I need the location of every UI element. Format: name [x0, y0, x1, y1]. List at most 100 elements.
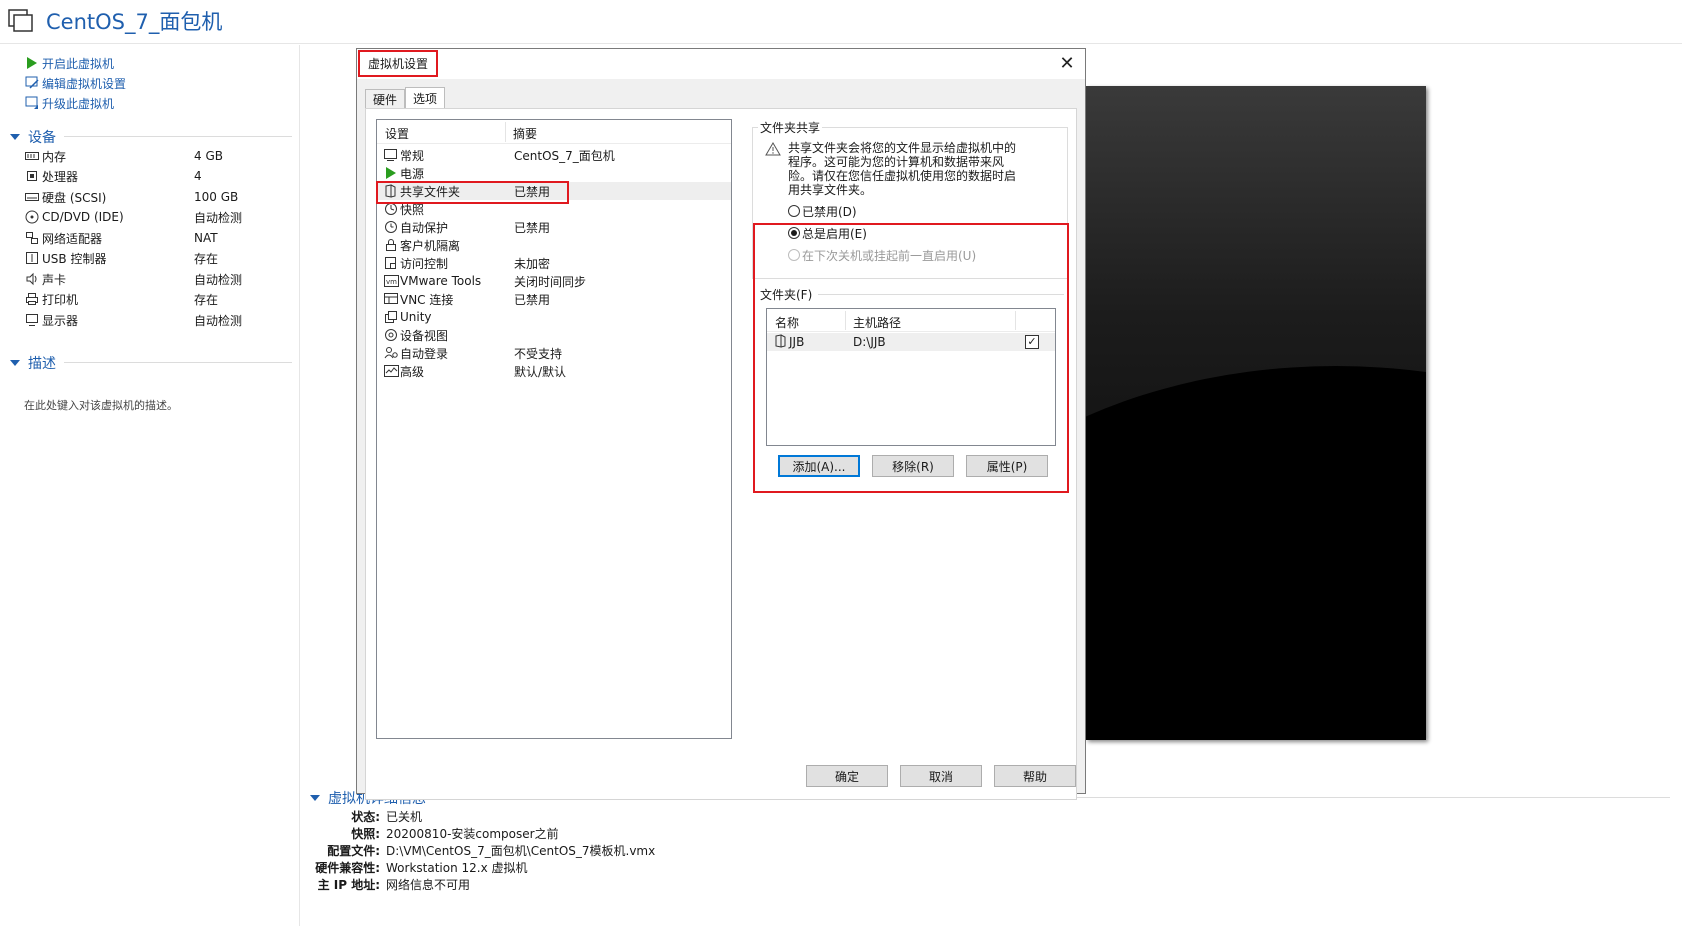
svg-text:vm: vm — [386, 278, 397, 286]
device-row-cd-dvd[interactable]: CD/DVD (IDE) 自动检测 — [24, 207, 294, 227]
device-row-sound[interactable]: 声卡 自动检测 — [24, 269, 294, 289]
upgrade-label: 升级此虚拟机 — [42, 96, 115, 111]
collapse-triangle-icon — [10, 360, 20, 366]
settings-item-advanced[interactable]: 高级 默认/默认 — [377, 362, 731, 380]
device-row-usb[interactable]: USB 控制器 存在 — [24, 248, 294, 268]
sharing-warning-text: 共享文件夹会将您的文件显示给虚拟机中的程序。这可能为您的计算机和数据带来风险。请… — [788, 141, 1017, 197]
edit-settings-icon — [24, 75, 40, 91]
settings-item-unity[interactable]: Unity — [377, 308, 731, 326]
device-value: 4 GB — [194, 149, 223, 163]
settings-item-power[interactable]: 电源 — [377, 164, 731, 182]
network-icon — [24, 231, 40, 245]
power-on-command[interactable]: 开启此虚拟机 — [24, 54, 114, 72]
device-value: 自动检测 — [194, 272, 243, 287]
help-button[interactable]: 帮助 — [994, 765, 1076, 787]
dialog-titlebar: 虚拟机设置 ✕ — [357, 49, 1085, 79]
column-separator — [505, 122, 506, 142]
unity-icon — [383, 309, 399, 325]
settings-item-autologin[interactable]: 自动登录 不受支持 — [377, 344, 731, 362]
edit-settings-command[interactable]: 编辑虚拟机设置 — [24, 74, 126, 92]
memory-icon — [24, 149, 40, 163]
description-placeholder[interactable]: 在此处键入对该虚拟机的描述。 — [24, 397, 178, 413]
column-header-setting[interactable]: 设置 — [385, 125, 409, 142]
device-value: 存在 — [194, 251, 219, 266]
vm-title: CentOS_7_面包机 — [46, 10, 223, 34]
settings-item-device-view[interactable]: 设备视图 — [377, 326, 731, 344]
printer-icon — [24, 292, 40, 306]
settings-list-header: 设置 摘要 — [377, 120, 731, 144]
collapse-triangle-icon — [10, 134, 20, 140]
device-name: 打印机 — [42, 292, 79, 307]
settings-item-access-control[interactable]: 访问控制 未加密 — [377, 254, 731, 272]
radio-disabled[interactable]: 已禁用(D) — [788, 202, 857, 220]
device-row-memory[interactable]: 内存 4 GB — [24, 146, 294, 166]
general-icon — [383, 147, 399, 163]
device-name: 内存 — [42, 149, 67, 164]
selection-highlight-box — [376, 181, 569, 204]
device-name: 声卡 — [42, 272, 67, 287]
device-name: 处理器 — [42, 169, 79, 184]
device-name: 硬盘 (SCSI) — [42, 190, 107, 205]
cancel-button[interactable]: 取消 — [900, 765, 982, 787]
description-heading[interactable]: 描述 — [10, 353, 56, 373]
settings-item-general[interactable]: 常规 CentOS_7_面包机 — [377, 146, 731, 164]
hard-disk-icon — [24, 190, 40, 204]
display-icon — [24, 313, 40, 327]
settings-item-autoprotect[interactable]: 自动保护 已禁用 — [377, 218, 731, 236]
autoprotect-icon — [383, 219, 399, 235]
vm-summary-panel: 开启此虚拟机 编辑虚拟机设置 升级此虚拟机 设备 内存 4 GB 处理器 4 硬… — [0, 45, 300, 926]
collapse-triangle-icon — [310, 795, 320, 801]
device-value: 存在 — [194, 292, 219, 307]
dialog-title: 虚拟机设置 — [358, 50, 438, 77]
tab-bar: 硬件 选项 — [365, 87, 446, 109]
vm-icon — [8, 9, 33, 32]
settings-list: 设置 摘要 常规 CentOS_7_面包机 电源 共享文件夹 已禁用 快照 自动… — [376, 119, 732, 739]
device-row-printer[interactable]: 打印机 存在 — [24, 289, 294, 309]
vm-screen-preview[interactable] — [1086, 86, 1426, 740]
settings-item-vmware-tools[interactable]: vm VMware Tools 关闭时间同步 — [377, 272, 731, 290]
device-row-hard-disk[interactable]: 硬盘 (SCSI) 100 GB — [24, 187, 294, 207]
folder-sharing-label: 文件夹共享 — [758, 119, 823, 136]
device-name: 网络适配器 — [42, 231, 103, 246]
vnc-icon — [383, 291, 399, 307]
device-view-icon — [383, 327, 399, 343]
column-header-summary[interactable]: 摘要 — [513, 125, 537, 142]
cd-icon — [24, 210, 40, 224]
device-value: 自动检测 — [194, 313, 243, 328]
play-icon — [24, 55, 40, 71]
device-value: 4 — [194, 169, 202, 183]
lock-icon — [383, 237, 399, 253]
advanced-icon — [383, 363, 399, 379]
settings-item-vnc[interactable]: VNC 连接 已禁用 — [377, 290, 731, 308]
title-bar: CentOS_7_面包机 — [0, 0, 1682, 44]
upgrade-icon — [24, 95, 40, 111]
details-row-snapshot: 快照: 20200810-安装composer之前 — [351, 827, 559, 841]
tab-options[interactable]: 选项 — [405, 87, 446, 109]
upgrade-command[interactable]: 升级此虚拟机 — [24, 94, 114, 112]
device-value: 自动检测 — [194, 210, 243, 225]
devices-heading[interactable]: 设备 — [10, 127, 56, 147]
device-value: 100 GB — [194, 190, 239, 204]
vmware-tools-icon: vm — [383, 273, 399, 289]
sound-icon — [24, 272, 40, 286]
devices-divider — [64, 136, 292, 137]
preview-shadow — [1086, 366, 1426, 740]
radio-button[interactable] — [788, 205, 800, 217]
settings-item-isolation[interactable]: 客户机隔离 — [377, 236, 731, 254]
device-value: NAT — [194, 231, 218, 245]
tab-hardware[interactable]: 硬件 — [365, 89, 406, 109]
usb-icon — [24, 251, 40, 265]
details-row-config-file: 配置文件: D:\VM\CentOS_7_面包机\CentOS_7模板机.vmx — [327, 844, 656, 858]
edit-settings-label: 编辑虚拟机设置 — [42, 76, 127, 91]
device-row-display[interactable]: 显示器 自动检测 — [24, 310, 294, 330]
device-row-cpu[interactable]: 处理器 4 — [24, 166, 294, 186]
details-row-state: 状态: 已关机 — [351, 810, 423, 824]
ok-button[interactable]: 确定 — [806, 765, 888, 787]
device-row-network[interactable]: 网络适配器 NAT — [24, 228, 294, 248]
close-icon[interactable]: ✕ — [1057, 54, 1077, 74]
details-row-ip: 主 IP 地址: 网络信息不可用 — [317, 878, 471, 892]
details-row-hardware-compat: 硬件兼容性: Workstation 12.x 虚拟机 — [315, 861, 528, 875]
device-name: CD/DVD (IDE) — [42, 210, 124, 224]
autologin-icon — [383, 345, 399, 361]
description-divider — [64, 362, 292, 363]
